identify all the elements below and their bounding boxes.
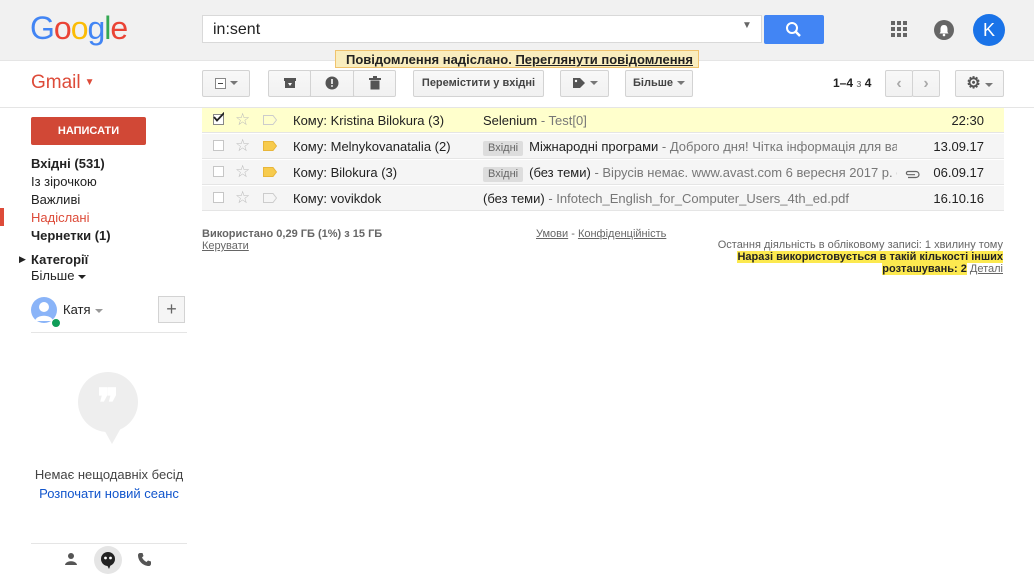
sidebar-item-drafts[interactable]: Чернетки (1) [31, 228, 111, 243]
apps-grid-icon[interactable] [891, 21, 907, 37]
sidebar-item-more[interactable]: Більше [31, 268, 87, 283]
online-status-dot [51, 318, 61, 328]
active-indicator [0, 208, 4, 226]
sidebar-item-starred[interactable]: Із зірочкою [31, 174, 97, 189]
older-button[interactable]: › [912, 70, 940, 97]
inbox-label: Вхідні [483, 167, 524, 182]
row-checkbox[interactable] [213, 112, 224, 125]
attachment-paperclip-icon [905, 170, 920, 179]
more-actions-button[interactable]: Більше [625, 70, 693, 97]
manage-storage-link[interactable]: Керувати [202, 240, 249, 252]
details-link[interactable]: Деталі [970, 263, 1003, 275]
search-icon [786, 22, 801, 37]
table-row[interactable]: ☆ Кому: Kristina Bilokura (3) Selenium -… [202, 108, 1004, 133]
plus-icon: + [166, 299, 177, 319]
start-new-session-link[interactable]: Розпочати новий сеанс [31, 486, 187, 501]
report-spam-button[interactable] [310, 70, 354, 97]
row-checkbox[interactable] [213, 192, 224, 203]
star-icon[interactable]: ☆ [235, 110, 250, 130]
contacts-icon[interactable] [64, 552, 78, 569]
message-date: 06.09.17 [933, 165, 984, 180]
trash-icon [368, 76, 381, 90]
search-box[interactable] [202, 15, 762, 43]
table-row[interactable]: ☆ Кому: Bilokura (3) Вхідні (без теми) - … [202, 160, 1004, 185]
no-conversations-text: Немає нещодавніх бесід [34, 467, 184, 482]
gear-icon: ⚙ [966, 75, 981, 92]
archive-icon [283, 78, 296, 89]
sidebar-item-categories[interactable]: Категорії [31, 252, 88, 267]
message-recipient: Кому: Kristina Bilokura (3) [293, 113, 445, 128]
pager-count: 1–4 з 4 [833, 76, 872, 90]
chevron-right-icon: › [923, 75, 929, 92]
message-subject-line: Вхідні (без теми) - Вірусів немає. www.av… [483, 165, 897, 182]
divider [31, 543, 187, 544]
sidebar-item-important[interactable]: Важливі [31, 192, 80, 207]
delete-button[interactable] [353, 70, 396, 97]
importance-marker-icon[interactable] [263, 167, 277, 177]
divider [31, 332, 187, 333]
account-avatar[interactable]: K [973, 14, 1005, 46]
table-row[interactable]: ☆ Кому: vovikdok (без теми) - Infotech_E… [202, 186, 1004, 211]
sent-notification: Повідомлення надіслано. Переглянути пові… [335, 50, 699, 68]
label-tag-icon [572, 78, 585, 89]
row-checkbox[interactable] [213, 140, 224, 151]
move-to-inbox-button[interactable]: Перемістити у вхідні [413, 70, 544, 97]
storage-usage: Використано 0,29 ГБ (1%) з 15 ГБ [202, 228, 383, 240]
search-options-chevron-icon[interactable]: ▼ [742, 20, 756, 36]
select-all-button[interactable] [202, 70, 250, 97]
message-subject-line: Вхідні Міжнародні програми - Доброго дня!… [483, 139, 897, 156]
message-subject-line: (без теми) - Infotech_English_for_Comput… [483, 191, 849, 206]
hangouts-icon-tail [102, 426, 122, 444]
quote-icon: ❞ [97, 380, 119, 427]
table-row[interactable]: ☆ Кому: Melnykovanatalia (2) Вхідні Міжна… [202, 134, 1004, 159]
last-activity-text: Остання діяльність в обліковому записі: … [717, 239, 1003, 251]
search-input[interactable] [211, 19, 735, 41]
chevron-left-icon: ‹ [896, 75, 902, 92]
view-message-link[interactable]: Переглянути повідомлення [515, 52, 693, 67]
hangouts-tab[interactable] [94, 546, 122, 574]
hangouts-chat-icon [101, 552, 115, 569]
terms-link[interactable]: Умови [536, 228, 568, 240]
message-date: 16.10.16 [933, 191, 984, 206]
notifications-bell-icon[interactable] [934, 20, 954, 40]
search-button[interactable] [764, 15, 824, 44]
importance-marker-icon[interactable] [263, 115, 277, 125]
notice-text: Повідомлення надіслано. [346, 52, 512, 67]
message-recipient: Кому: Melnykovanatalia (2) [293, 139, 451, 154]
star-icon[interactable]: ☆ [235, 136, 250, 156]
gmail-menu[interactable]: Gmail ▼ [31, 72, 95, 94]
message-date: 22:30 [951, 113, 984, 128]
importance-marker-icon[interactable] [263, 193, 277, 203]
privacy-link[interactable]: Конфіденційність [578, 228, 666, 240]
add-hangout-button[interactable]: + [158, 296, 185, 323]
inbox-label: Вхідні [483, 141, 524, 156]
star-icon[interactable]: ☆ [235, 188, 250, 208]
settings-button[interactable]: ⚙ [955, 70, 1004, 97]
phone-icon[interactable] [137, 552, 152, 570]
row-checkbox[interactable] [213, 166, 224, 177]
message-subject-line: Selenium - Test[0] [483, 113, 587, 128]
message-recipient: Кому: Bilokura (3) [293, 165, 398, 180]
labels-button[interactable] [560, 70, 609, 97]
sidebar-item-inbox[interactable]: Вхідні (531) [31, 156, 105, 171]
hangouts-user[interactable]: Катя [63, 302, 103, 317]
account-activity: Остання діяльність в обліковому записі: … [700, 239, 1003, 275]
terms-privacy: Умови - Конфіденційність [536, 228, 667, 240]
message-date: 13.09.17 [933, 139, 984, 154]
importance-marker-icon[interactable] [263, 141, 277, 151]
archive-button[interactable] [268, 70, 311, 97]
message-recipient: Кому: vovikdok [293, 191, 382, 206]
star-icon[interactable]: ☆ [235, 162, 250, 182]
sidebar-item-sent[interactable]: Надіслані [31, 210, 89, 225]
google-logo[interactable]: Google [30, 10, 128, 47]
spam-icon [325, 76, 339, 90]
compose-button[interactable]: НАПИСАТИ [31, 117, 146, 145]
concurrent-sessions-warning: Наразі використовується в такій кількост… [737, 251, 1003, 275]
expand-triangle-icon[interactable]: ▶ [19, 254, 26, 265]
newer-button[interactable]: ‹ [885, 70, 913, 97]
